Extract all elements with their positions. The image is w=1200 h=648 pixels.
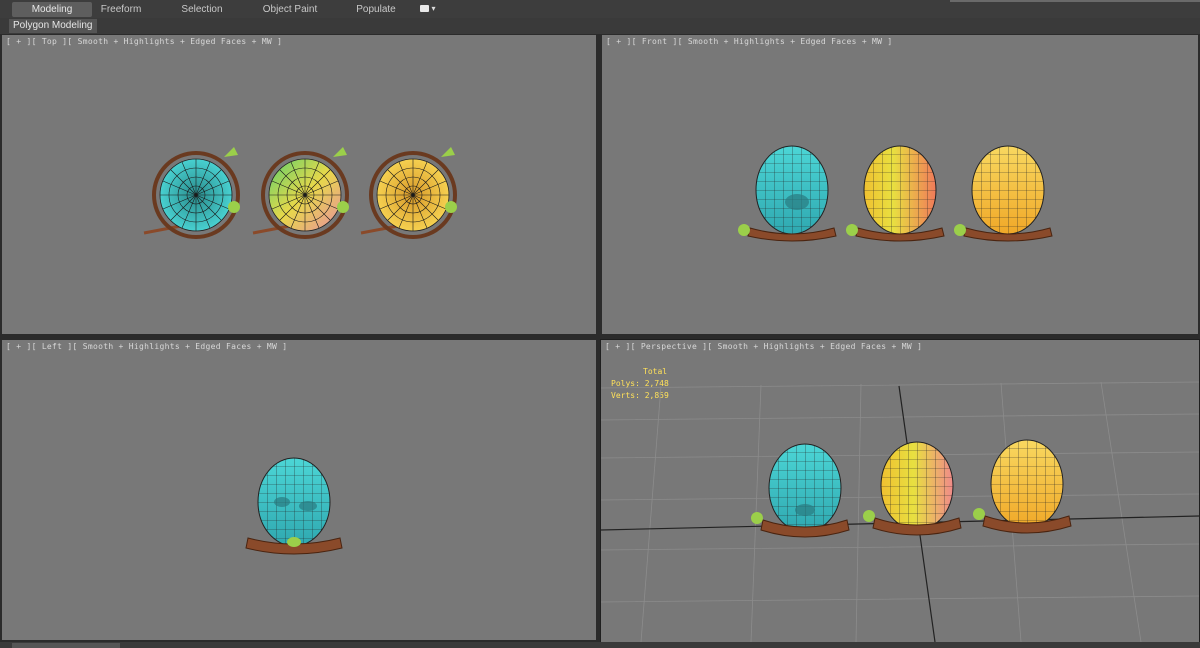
ribbon-panel-bar: Polygon Modeling [0,18,1200,34]
tab-populate[interactable]: Populate [345,2,407,17]
egg-persp-cyan[interactable] [751,443,850,538]
ribbon-tabs: Modeling Freeform Selection Object Paint… [0,0,1200,19]
viewport-left[interactable]: [ + ][ Left ][ Smooth + Highlights + Edg… [2,340,596,640]
perspective-view-scene [601,381,1199,642]
egg-persp-multicolor[interactable] [863,441,962,536]
viewport-label-top[interactable]: [ + ][ Top ][ Smooth + Highlights + Edge… [6,37,282,46]
egg-top-multicolor[interactable] [252,147,349,239]
tab-modeling[interactable]: Modeling [12,2,92,17]
viewport-perspective[interactable]: [ + ][ Perspective ][ Smooth + Highlight… [600,339,1200,643]
tab-object-paint[interactable]: Object Paint [250,2,330,17]
left-view-scene [245,457,343,555]
top-view-scene [143,147,457,239]
egg-front-cyan[interactable] [738,145,837,242]
egg-top-cyan[interactable] [143,147,240,239]
viewport-label-left[interactable]: [ + ][ Left ][ Smooth + Highlights + Edg… [6,342,287,351]
ribbon-edge [950,0,1200,2]
egg-front-yellow[interactable] [954,145,1053,242]
viewport-label-front[interactable]: [ + ][ Front ][ Smooth + Highlights + Ed… [606,37,893,46]
time-slider-thumb[interactable] [12,643,120,648]
tab-freeform[interactable]: Freeform [86,2,156,17]
tab-selection[interactable]: Selection [166,2,238,17]
front-view-scene [738,145,1053,242]
viewport-front[interactable]: [ + ][ Front ][ Smooth + Highlights + Ed… [602,35,1198,334]
egg-front-multicolor[interactable] [846,145,945,242]
egg-top-yellow[interactable] [360,147,457,239]
camera-dropdown-icon[interactable]: ▾ [420,4,438,14]
egg-left-cyan[interactable] [245,457,343,555]
viewport-top[interactable]: [ + ][ Top ][ Smooth + Highlights + Edge… [2,35,596,334]
polygon-modeling-label[interactable]: Polygon Modeling [9,19,97,33]
time-slider-strip[interactable] [0,642,1200,648]
